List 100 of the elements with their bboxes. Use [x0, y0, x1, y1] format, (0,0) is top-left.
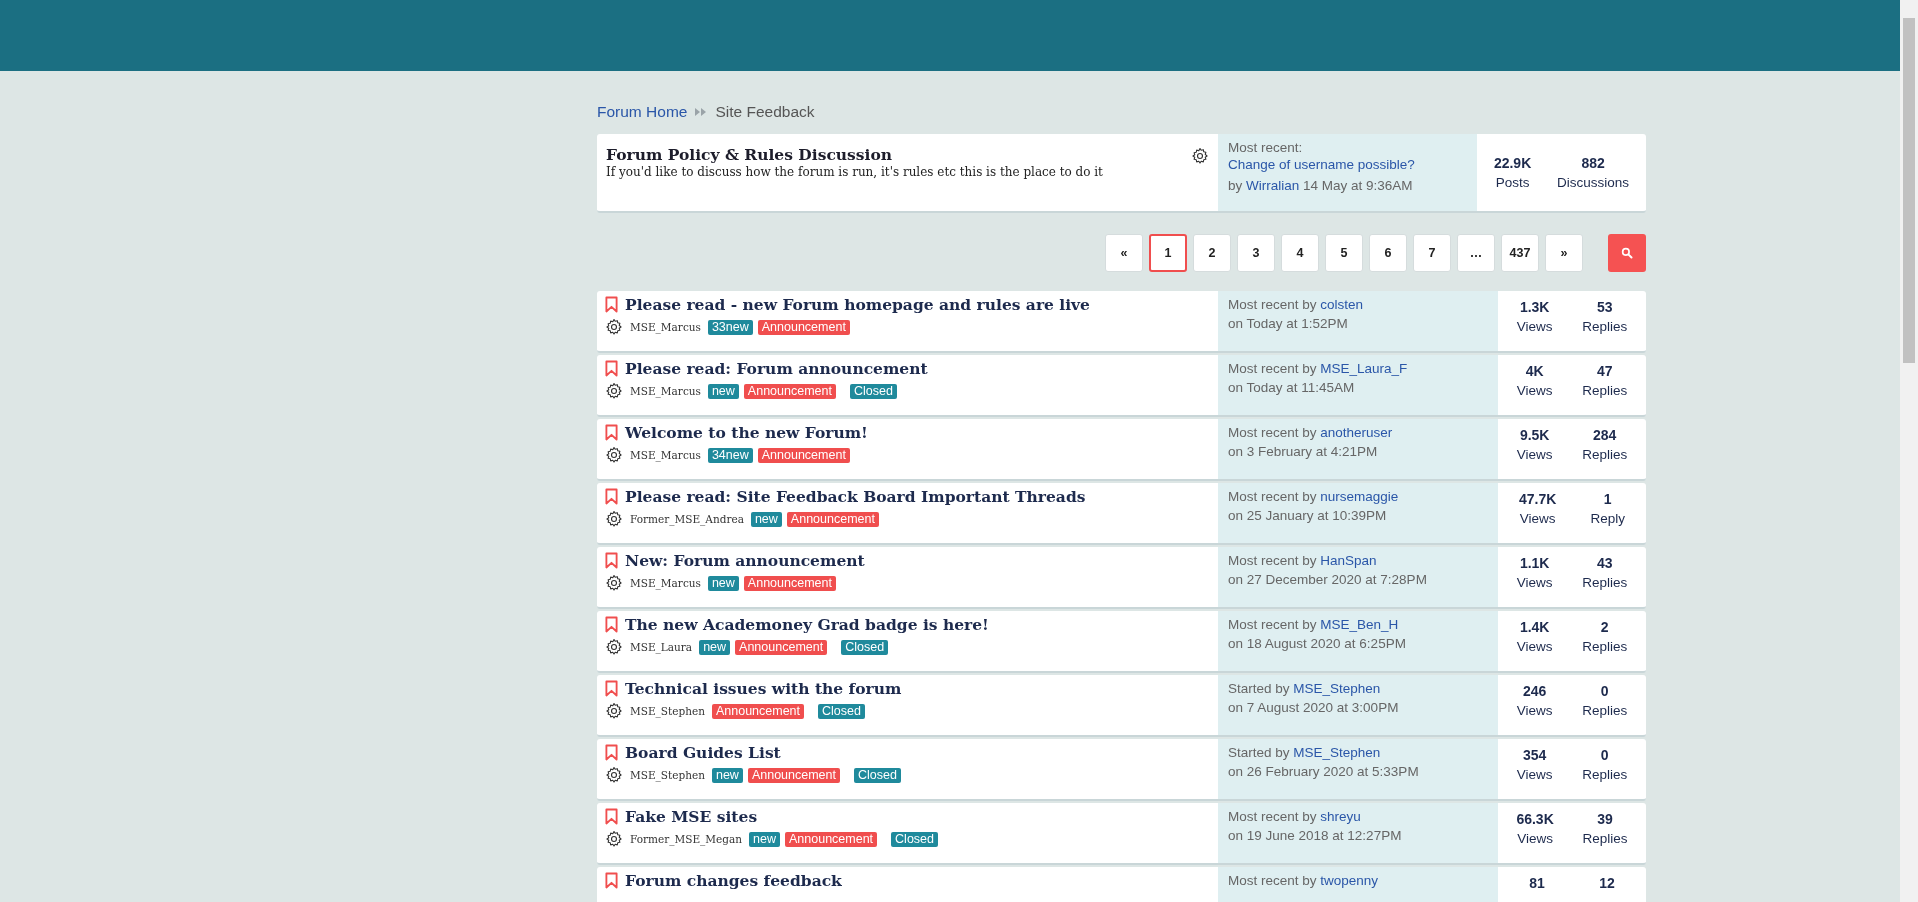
stat-value: 9.5K [1519, 427, 1550, 443]
bookmark-icon[interactable] [605, 424, 618, 441]
stat-label: Discussions [1557, 175, 1630, 190]
stat-label: Replies [1582, 575, 1628, 590]
user-link[interactable]: MSE_Ben_H [1320, 617, 1399, 632]
stat-label: Views [1516, 767, 1553, 782]
thread-tag: Closed [841, 639, 889, 655]
stat-label: Views [1516, 447, 1553, 462]
breadcrumb-current: Site Feedback [715, 103, 815, 121]
scrollbar-thumb[interactable] [1903, 18, 1915, 363]
bookmark-icon[interactable] [605, 360, 618, 377]
bookmark-icon[interactable] [605, 552, 618, 569]
stat-value: 12 [1599, 875, 1615, 891]
stat-label: Views [1516, 639, 1553, 654]
stat-label: Views [1516, 703, 1553, 718]
author-link[interactable]: MSE_Stephen [630, 705, 705, 717]
gear-icon[interactable] [605, 766, 623, 784]
user-link[interactable]: HanSpan [1320, 553, 1377, 568]
gear-icon[interactable] [1191, 147, 1209, 165]
recent-thread-link[interactable]: Change of username possible? [1228, 157, 1467, 172]
recent-text: Started by MSE_Stephen [1228, 681, 1382, 696]
stat-label: Replies [1582, 383, 1628, 398]
user-link[interactable]: colsten [1320, 297, 1364, 312]
user-link[interactable]: MSE_Stephen [1293, 745, 1381, 760]
breadcrumb-link[interactable]: Forum Home [597, 103, 688, 121]
thread-title[interactable]: The new Academoney Grad badge is here! [625, 615, 989, 634]
thread-tag: 33new [707, 319, 753, 335]
user-link[interactable]: Wirralian [1246, 178, 1300, 193]
stat-value: 66.3K [1516, 811, 1554, 827]
stat-label: Replies [1582, 703, 1628, 718]
user-link[interactable]: shreyu [1320, 809, 1361, 824]
stat-value: 22.9K [1493, 155, 1532, 171]
thread-tag: Announcement [711, 703, 805, 719]
thread-title[interactable]: Please read - new Forum homepage and rules are live [625, 295, 1090, 314]
stat-value: 2 [1600, 619, 1609, 635]
user-link[interactable]: nursemaggie [1320, 489, 1399, 504]
gear-icon[interactable] [605, 830, 623, 848]
author-link[interactable]: MSE_Marcus [630, 385, 701, 397]
bookmark-icon[interactable] [605, 616, 618, 633]
bookmark-icon[interactable] [605, 808, 618, 825]
user-link[interactable]: twopenny [1320, 873, 1379, 888]
thread-title[interactable]: Board Guides List [625, 743, 781, 762]
stat-label: Views [1516, 383, 1553, 398]
stat-label: Replies [1582, 767, 1628, 782]
bookmark-icon[interactable] [605, 744, 618, 761]
page-button[interactable]: 5 [1325, 234, 1363, 272]
thread-tag: new [707, 383, 739, 399]
user-link[interactable]: MSE_Laura_F [1320, 361, 1408, 376]
author-link[interactable]: MSE_Marcus [630, 577, 701, 589]
recent-date: on 27 December 2020 at 7:28PM [1228, 572, 1428, 587]
scrollbar[interactable] [1900, 0, 1918, 902]
author-link[interactable]: MSE_Stephen [630, 769, 705, 781]
page-button[interactable]: 3 [1237, 234, 1275, 272]
recent-date: on 26 February 2020 at 5:33PM [1228, 764, 1420, 779]
author-link[interactable]: Former_MSE_Megan [630, 833, 743, 845]
page-button[interactable]: 7 [1413, 234, 1451, 272]
page-button[interactable]: » [1545, 234, 1583, 272]
search-button[interactable] [1608, 234, 1646, 272]
bookmark-icon[interactable] [605, 488, 618, 505]
author-link[interactable]: MSE_Laura [630, 641, 693, 653]
stat-label: Replies [1582, 319, 1628, 334]
author-link[interactable]: Former_MSE_Andrea [630, 513, 744, 525]
recent-text: Most recent by MSE_Laura_F [1228, 361, 1409, 376]
page-button[interactable]: 1 [1149, 234, 1187, 272]
thread-tag: Closed [854, 767, 901, 783]
thread-tag: new [750, 511, 782, 527]
thread-title[interactable]: Forum changes feedback [625, 871, 842, 890]
bookmark-icon[interactable] [605, 872, 618, 889]
page-button[interactable]: 2 [1193, 234, 1231, 272]
thread-title[interactable]: Technical issues with the forum [625, 679, 902, 698]
page-button[interactable]: « [1105, 234, 1143, 272]
page-button[interactable]: 437 [1501, 234, 1539, 272]
stat-value: 47 [1596, 363, 1613, 379]
page-button[interactable]: 6 [1369, 234, 1407, 272]
user-link[interactable]: MSE_Stephen [1293, 681, 1381, 696]
gear-icon[interactable] [605, 318, 623, 336]
gear-icon[interactable] [605, 446, 623, 464]
thread-title[interactable]: Welcome to the new Forum! [625, 423, 868, 442]
thread-title[interactable]: New: Forum announcement [625, 551, 865, 570]
gear-icon[interactable] [605, 638, 623, 656]
thread-title[interactable]: Fake MSE sites [625, 807, 758, 826]
author-link[interactable]: MSE_Marcus [630, 449, 701, 461]
stat-value: 4K [1525, 363, 1544, 379]
gear-icon[interactable] [605, 702, 623, 720]
gear-icon[interactable] [605, 574, 623, 592]
gear-icon[interactable] [605, 510, 623, 528]
double-arrow-icon [695, 108, 708, 116]
recent-text: Most recent by shreyu [1228, 809, 1362, 824]
thread-title[interactable]: Please read: Site Feedback Board Important Threads [625, 487, 1086, 506]
page-button[interactable]: 4 [1281, 234, 1319, 272]
user-link[interactable]: anotheruser [1320, 425, 1393, 440]
gear-icon[interactable] [605, 382, 623, 400]
bookmark-icon[interactable] [605, 680, 618, 697]
bookmark-icon[interactable] [605, 296, 618, 313]
author-link[interactable]: MSE_Marcus [630, 321, 701, 333]
stat-value: 246 [1523, 683, 1547, 699]
thread-tag: Closed [818, 703, 865, 719]
category-title[interactable]: Forum Policy & Rules Discussion [606, 144, 893, 164]
thread-title[interactable]: Please read: Forum announcement [625, 359, 928, 378]
page-button[interactable]: … [1457, 234, 1495, 272]
